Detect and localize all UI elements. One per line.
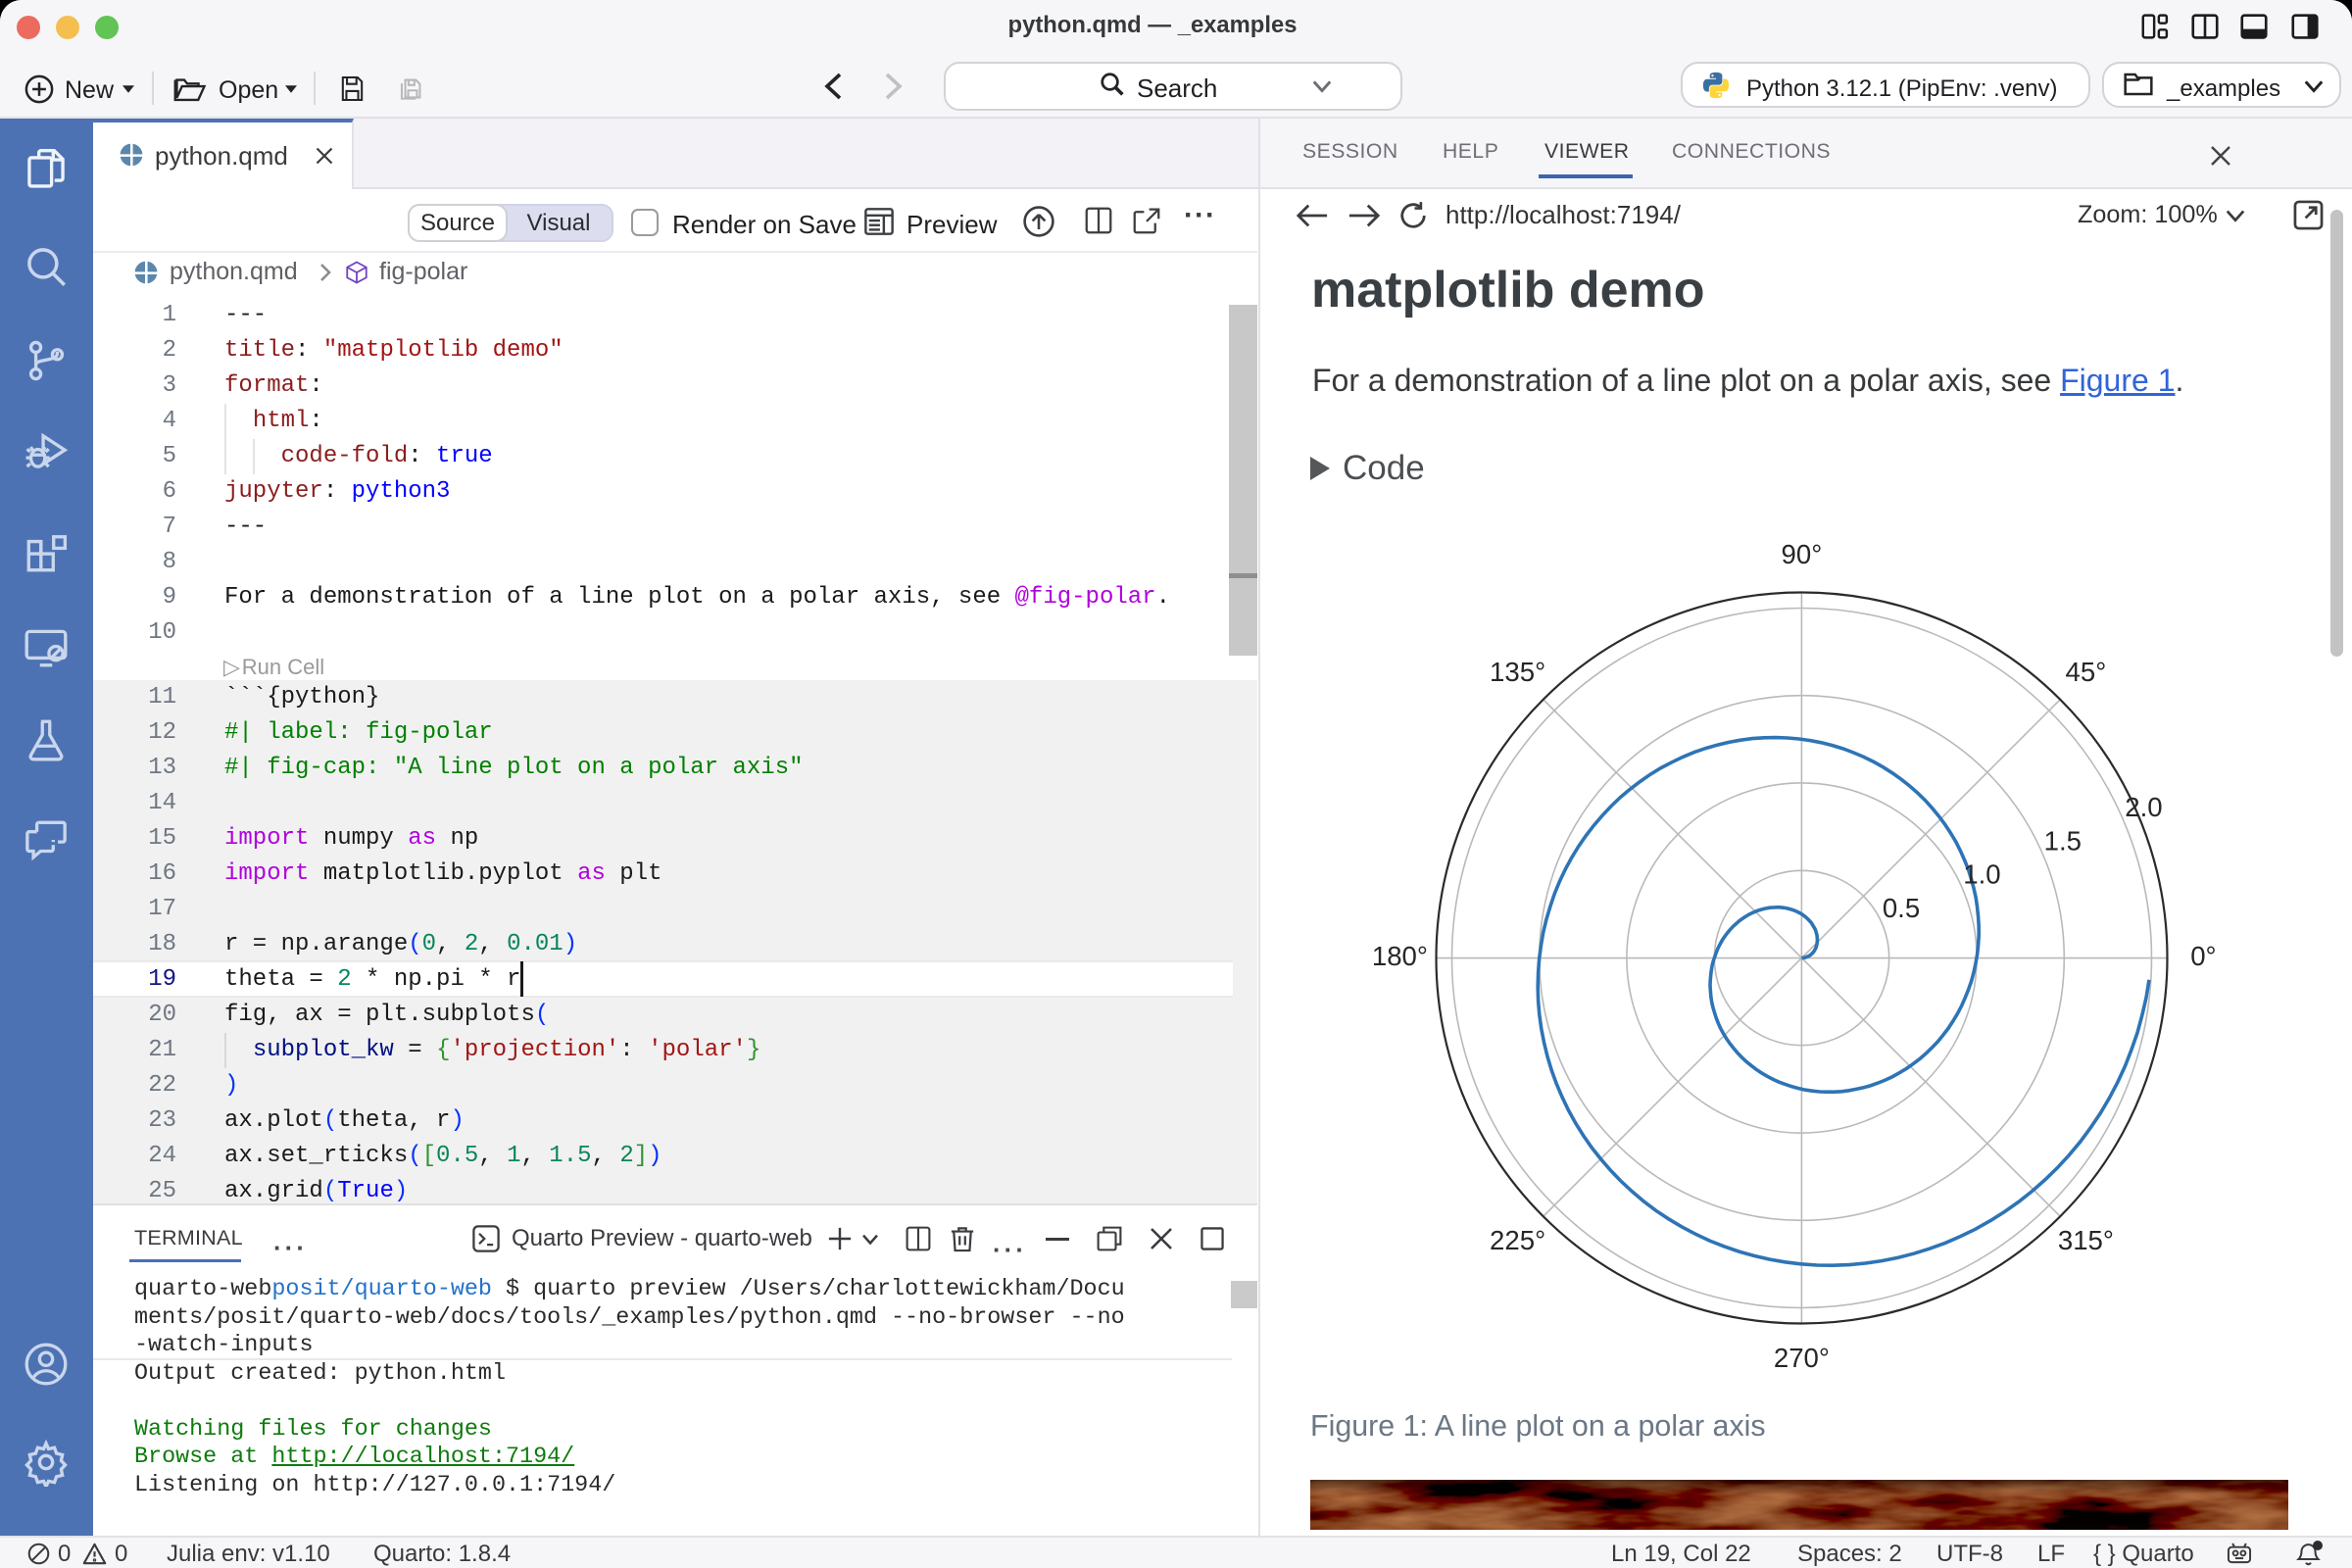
svg-text:0.5: 0.5 bbox=[1883, 893, 1920, 923]
svg-text:270°: 270° bbox=[1774, 1343, 1830, 1373]
svg-text:135°: 135° bbox=[1490, 657, 1545, 687]
svg-text:2.0: 2.0 bbox=[2125, 792, 2162, 822]
svg-text:315°: 315° bbox=[2058, 1225, 2114, 1255]
svg-text:1.0: 1.0 bbox=[1963, 859, 2000, 890]
svg-text:180°: 180° bbox=[1372, 941, 1428, 971]
svg-text:90°: 90° bbox=[1782, 539, 1823, 569]
svg-text:1.5: 1.5 bbox=[2044, 825, 2082, 856]
svg-text:225°: 225° bbox=[1490, 1225, 1545, 1255]
svg-text:45°: 45° bbox=[2066, 657, 2107, 687]
svg-text:0°: 0° bbox=[2190, 941, 2216, 971]
